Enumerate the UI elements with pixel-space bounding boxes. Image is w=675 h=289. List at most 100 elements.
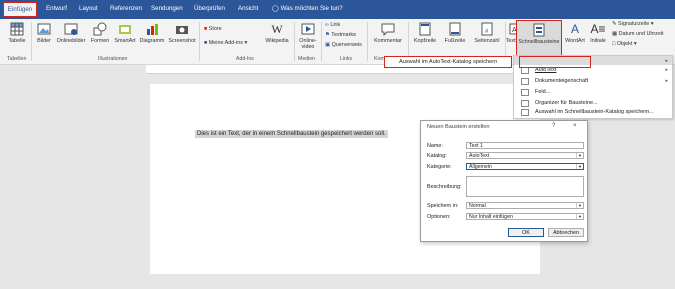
abbrechen-button[interactable]: Abbrechen (548, 228, 584, 237)
kategorie-select[interactable]: Allgemein ▾ (466, 163, 584, 170)
menu-item-organizer[interactable]: Organizer für Bausteine... (535, 100, 598, 106)
meine-addins-button[interactable]: ■ Meine Add-ins ▾ (204, 40, 247, 46)
meine-addins-label: Meine Add-ins (208, 40, 243, 46)
optionen-select[interactable]: Nur Inhalt einfügen ▾ (466, 213, 584, 220)
initiale-button[interactable]: A≡ Initiale (587, 22, 609, 44)
store-button[interactable]: ■ Store (204, 26, 222, 32)
onlinevideo-button[interactable]: Online- video (297, 22, 319, 50)
katalog-select[interactable]: AutoText ▾ (466, 152, 584, 159)
save-selection-autotext-item[interactable]: Auswahl im AutoText-Katalog speichern (384, 56, 512, 68)
speichern-select[interactable]: Normal ▾ (466, 202, 584, 209)
menu-item-feld[interactable]: Feld... (535, 89, 550, 95)
beschreibung-field[interactable] (466, 176, 584, 197)
link-label: Link (330, 22, 341, 28)
kategorie-value: Allgemein (469, 164, 492, 170)
tab-entwurf[interactable]: Entwurf (46, 5, 67, 12)
separator (321, 22, 322, 61)
neuen-baustein-dialog: Neuen Baustein erstellen ? × Name: Text … (420, 120, 588, 242)
wikipedia-label: Wikipedia (265, 38, 289, 44)
group-addins: Add-Ins (236, 56, 254, 62)
seitenzahl-label: Seitenzahl (474, 38, 500, 44)
chevron-down-icon: ▾ (633, 41, 637, 47)
katalog-value: AutoText (469, 153, 490, 159)
bilder-label: Bilder (37, 38, 51, 44)
optionen-value: Nur Inhalt einfügen (469, 214, 513, 220)
wikipedia-button[interactable]: W Wikipedia (262, 22, 292, 44)
chevron-down-icon: ▾ (576, 153, 583, 158)
addins-icon: ■ (204, 40, 208, 46)
autotext-icon (521, 67, 529, 74)
objekt-button[interactable]: □ Objekt ▾ (612, 41, 637, 47)
datum-uhrzeit-button[interactable]: ▦ Datum und Uhrzeit (612, 31, 664, 37)
smartart-button[interactable]: SmartArt (112, 22, 138, 44)
katalog-label: Katalog: (427, 153, 447, 159)
textmarke-button[interactable]: ⚑ Textmarke (325, 32, 356, 38)
header-icon (419, 22, 431, 36)
separator (294, 22, 295, 61)
signature-icon: ✎ (612, 21, 617, 27)
group-links: Links (340, 56, 353, 62)
object-icon: □ (612, 41, 616, 47)
camera-icon (176, 26, 188, 34)
chevron-down-icon: ▾ (576, 214, 583, 219)
tabelle-button[interactable]: Tabelle (7, 22, 27, 44)
chevron-down-icon: ▾ (244, 40, 248, 46)
formen-label: Formen (90, 38, 110, 44)
ok-button[interactable]: OK (508, 228, 544, 237)
close-button[interactable]: × (573, 123, 577, 129)
page-number-icon: # (481, 22, 493, 36)
initiale-label: Initiale (590, 38, 606, 44)
group-medien: Medien (298, 56, 316, 62)
tab-ansicht[interactable]: Ansicht (238, 5, 258, 12)
querverweis-label: Querverweis (331, 42, 362, 48)
link-button[interactable]: ∞ Link (325, 22, 340, 28)
wordart-button[interactable]: A WordArt (563, 22, 587, 44)
querverweis-button[interactable]: ▣ Querverweis (325, 42, 362, 48)
chevron-right-icon: ▸ (665, 58, 668, 64)
bilder-button[interactable]: Bilder (34, 22, 54, 44)
wikipedia-icon: W (271, 22, 283, 36)
kopfzeile-label: Kopfzeile (413, 38, 437, 44)
name-label: Name: (427, 143, 443, 149)
smartart-label: SmartArt (114, 38, 136, 44)
tell-me-box[interactable]: ◯ Was möchten Sie tun? (272, 5, 343, 12)
formen-button[interactable]: Formen (89, 22, 111, 44)
signaturzeile-button[interactable]: ✎ Signaturzeile ▾ (612, 21, 653, 27)
tab-ueberpruefen[interactable]: Überprüfen (194, 5, 225, 12)
optionen-label: Optionen: (427, 214, 451, 220)
tab-einfuegen[interactable]: Einfügen (3, 2, 37, 17)
signaturzeile-label: Signaturzeile (618, 21, 650, 27)
bookmark-icon: ⚑ (325, 32, 330, 38)
onlinebilder-button[interactable]: Onlinebilder (55, 22, 87, 44)
fusszeile-label: Fußzeile (444, 38, 466, 44)
menu-item-auswahl-speichern[interactable]: Auswahl im Schnellbaustein-Katalog speic… (535, 109, 654, 115)
tab-referenzen[interactable]: Referenzen (110, 5, 142, 12)
shapes-icon (93, 22, 107, 36)
calendar-icon: ▦ (612, 31, 618, 37)
dialog-title: Neuen Baustein erstellen (427, 124, 490, 130)
tabelle-label: Tabelle (8, 38, 26, 44)
tab-layout[interactable]: Layout (79, 5, 98, 12)
chevron-right-icon: ▸ (665, 67, 668, 73)
diagramm-button[interactable]: Diagramm (139, 22, 165, 44)
ribbon-tab-bar: Einfügen Entwurf Layout Referenzen Sendu… (0, 0, 675, 19)
separator (31, 22, 32, 61)
chevron-down-icon: ▾ (576, 203, 583, 208)
online-picture-icon (64, 23, 78, 35)
textmarke-label: Textmarke (331, 32, 357, 38)
table-icon (10, 22, 24, 36)
kopfzeile-button[interactable]: Kopfzeile (410, 22, 440, 44)
screenshot-button[interactable]: Screenshot (167, 22, 197, 44)
group-tabellen: Tabellen (7, 56, 27, 62)
selected-text[interactable]: Dies ist ein Text, der in einem Schnellb… (195, 130, 388, 138)
seitenzahl-button[interactable]: # Seitenzahl (470, 22, 504, 44)
kommentar-button[interactable]: Kommentar (370, 22, 406, 44)
help-button[interactable]: ? (552, 123, 555, 129)
onlinebilder-label: Onlinebilder (56, 38, 86, 44)
kommentar-label: Kommentar (374, 38, 402, 44)
menu-item-dokumenteigenschaft[interactable]: Dokumenteigenschaft (535, 78, 588, 84)
schnellbausteine-label: Schnellbausteine (518, 39, 560, 45)
name-field[interactable]: Text 1 (466, 142, 584, 149)
tab-sendungen[interactable]: Sendungen (151, 5, 183, 12)
fusszeile-button[interactable]: Fußzeile (440, 22, 470, 44)
